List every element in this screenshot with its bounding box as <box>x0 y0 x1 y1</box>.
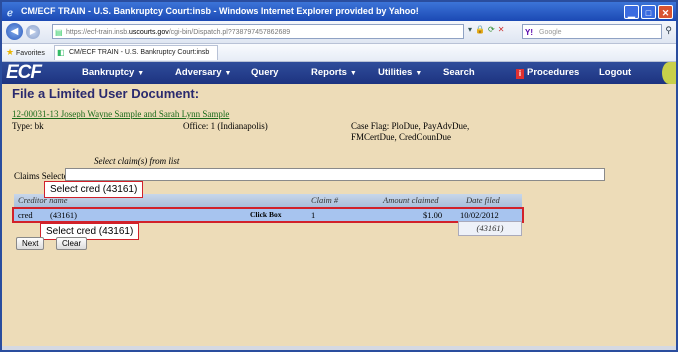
url-host: uscourts.gov <box>129 29 169 36</box>
browser-tab[interactable]: ◧ CM/ECF TRAIN - U.S. Bankruptcy Court:in… <box>54 45 219 60</box>
row-tooltip: (43161) <box>458 221 522 236</box>
menu-query[interactable]: Query <box>251 62 278 84</box>
title-bar: ℯ CM/ECF TRAIN - U.S. Bankruptcy Court:in… <box>2 2 676 21</box>
ie-logo-icon: ℯ <box>7 8 13 19</box>
page-content: File a Limited User Document: 12-00031-1… <box>2 84 676 350</box>
search-icon[interactable]: ⚲ <box>665 25 672 36</box>
case-type: Type: bk <box>12 121 44 131</box>
browser-window: ℯ CM/ECF TRAIN - U.S. Bankruptcy Court:in… <box>0 0 678 352</box>
case-link[interactable]: 12-00031-13 Joseph Wayne Sample and Sara… <box>12 109 229 119</box>
minimize-button[interactable]: ▁ <box>624 5 639 19</box>
caret-down-icon: ▼ <box>224 70 232 77</box>
address-bar: ◀ ▶ ▤ https://ecf-train.insb.uscourts.gov… <box>2 21 676 44</box>
refresh-icon[interactable]: ⟳ <box>488 25 498 34</box>
menu-reports[interactable]: Reports ▼ <box>311 62 357 85</box>
status-bar <box>2 346 676 350</box>
caret-down-icon: ▼ <box>415 70 423 77</box>
case-office: Office: 1 (Indianapolis) <box>183 121 268 131</box>
page-title: File a Limited User Document: <box>12 86 200 101</box>
page-icon: ▤ <box>55 28 63 37</box>
info-icon: i <box>516 69 524 79</box>
stop-icon[interactable]: ✕ <box>498 25 508 34</box>
yahoo-search-icon: Y! <box>525 28 533 37</box>
url-prefix: https://ecf-train.insb. <box>66 29 130 36</box>
help-icon[interactable] <box>662 62 676 84</box>
favorites-bar: ★ Favorites ◧ CM/ECF TRAIN - U.S. Bankrup… <box>2 44 676 62</box>
row-highlight-box <box>12 207 524 223</box>
header-date-filed: Date filed <box>466 195 500 205</box>
menu-adversary[interactable]: Adversary ▼ <box>175 62 231 85</box>
menu-procedures[interactable]: i Procedures <box>516 62 579 84</box>
favorites-label[interactable]: Favorites <box>16 50 45 57</box>
maximize-button[interactable]: □ <box>641 5 656 19</box>
header-claim-number: Claim # <box>311 195 339 205</box>
next-button[interactable]: Next <box>16 237 45 250</box>
select-hint: Select claim(s) from list <box>94 156 180 166</box>
url-path: /cgi-bin/Dispatch.pl?738797457862689 <box>168 29 291 36</box>
callout-top: Select cred (43161) <box>44 181 144 198</box>
menu-bankruptcy[interactable]: Bankruptcy ▼ <box>82 62 144 85</box>
case-flags-line1: Case Flag: PloDue, PayAdvDue, <box>351 121 470 131</box>
menu-utilities[interactable]: Utilities ▼ <box>378 62 422 85</box>
address-icons: ▾🔒⟳✕ <box>468 25 507 34</box>
window-controls: ▁ □ ✕ <box>622 4 673 19</box>
url-field[interactable]: ▤ https://ecf-train.insb.uscourts.gov/cgi… <box>52 24 464 39</box>
search-placeholder: Google <box>539 29 562 36</box>
back-arrow-icon[interactable]: ◀ <box>6 23 23 40</box>
lock-icon[interactable]: 🔒 <box>475 25 488 34</box>
tab-page-icon: ◧ <box>57 48 65 57</box>
tab-title: CM/ECF TRAIN - U.S. Bankruptcy Court:ins… <box>69 49 210 56</box>
ecf-menu-bar: ECF Bankruptcy ▼ Adversary ▼ Query Reports… <box>2 62 676 84</box>
menu-search[interactable]: Search <box>443 62 475 84</box>
close-button[interactable]: ✕ <box>658 5 673 19</box>
favorites-star-icon[interactable]: ★ <box>6 47 14 57</box>
menu-logout[interactable]: Logout <box>599 62 631 84</box>
forward-arrow-icon[interactable]: ▶ <box>26 25 40 39</box>
callout-bottom: Select cred (43161) <box>40 223 140 240</box>
search-input[interactable]: Y! Google <box>522 24 662 39</box>
window-title: CM/ECF TRAIN - U.S. Bankruptcy Court:ins… <box>21 6 419 16</box>
clear-button[interactable]: Clear <box>56 237 88 250</box>
ecf-logo: ECF <box>6 62 42 83</box>
caret-down-icon: ▼ <box>349 70 357 77</box>
claims-selected-field[interactable] <box>65 168 605 181</box>
caret-down-icon: ▼ <box>137 70 145 77</box>
dropdown-icon[interactable]: ▾ <box>468 25 475 34</box>
case-flags-line2: FMCertDue, CredCounDue <box>351 132 451 142</box>
header-amount-claimed: Amount claimed <box>383 195 439 205</box>
